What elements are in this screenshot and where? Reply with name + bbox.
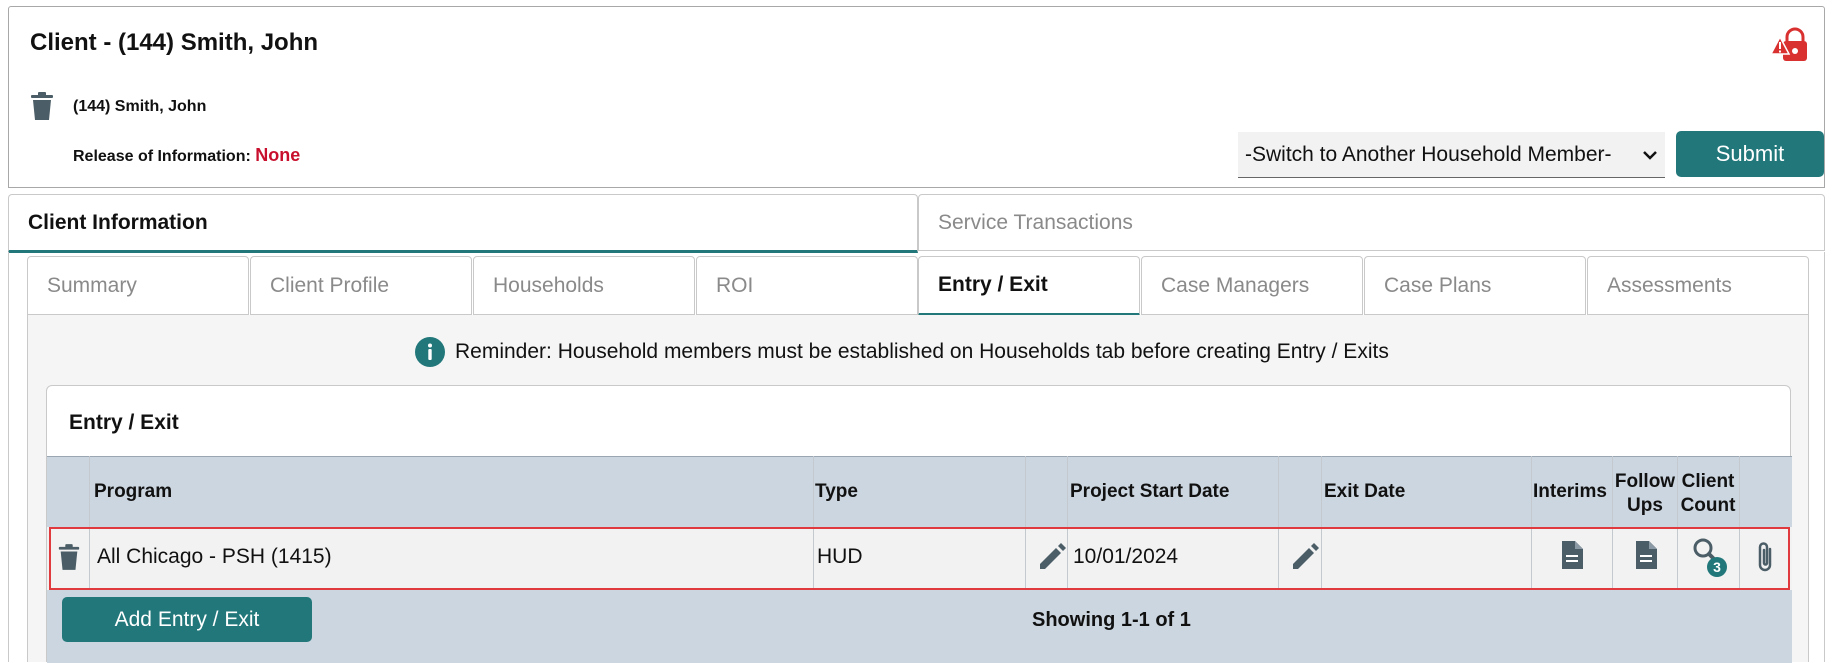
tab-households[interactable]: Households	[473, 256, 695, 315]
reminder-text: Reminder: Household members must be esta…	[455, 340, 1389, 363]
add-entry-exit-button[interactable]: Add Entry / Exit	[62, 597, 312, 642]
column-header-follow-ups-line2: Ups	[1627, 495, 1663, 516]
client-name: (144) Smith, John	[73, 98, 207, 115]
tab-roi-label: ROI	[716, 273, 754, 297]
household-member-select[interactable]: -Switch to Another Household Member-	[1238, 132, 1665, 178]
tab-case-plans-label: Case Plans	[1384, 273, 1492, 297]
info-icon	[415, 337, 445, 367]
roi-label: Release of Information:	[73, 148, 251, 165]
column-header-interims: Interims	[1533, 481, 1607, 502]
tab-client-information-label: Client Information	[28, 210, 208, 234]
tab-client-information[interactable]: Client Information	[8, 194, 918, 253]
roi-line: Release of Information: None	[73, 145, 300, 166]
page-title: Client - (144) Smith, John	[30, 29, 319, 56]
entry-exit-tab-panel: Reminder: Household members must be esta…	[27, 315, 1809, 663]
tab-service-transactions-label: Service Transactions	[938, 210, 1133, 234]
tab-entry-exit[interactable]: Entry / Exit	[918, 256, 1140, 316]
column-header-exit-date[interactable]: Exit Date	[1324, 481, 1405, 503]
tab-case-managers[interactable]: Case Managers	[1141, 256, 1363, 315]
row-highlight-outline	[49, 527, 1790, 590]
lock-alert-icon[interactable]	[1770, 27, 1810, 63]
client-info-panel: (144) Smith, John Release of Information…	[8, 78, 1825, 188]
trash-icon[interactable]	[29, 91, 55, 121]
tab-client-profile-label: Client Profile	[270, 273, 390, 297]
tab-roi[interactable]: ROI	[696, 256, 918, 315]
column-header-client-count: Client Count	[1677, 470, 1739, 518]
column-header-start-date[interactable]: Project Start Date	[1070, 481, 1229, 503]
tab-summary[interactable]: Summary	[27, 256, 249, 315]
tab-case-plans[interactable]: Case Plans	[1364, 256, 1586, 315]
tab-client-profile[interactable]: Client Profile	[250, 256, 472, 315]
column-header-follow-ups: Follow Ups	[1613, 470, 1677, 518]
section-title: Entry / Exit	[69, 411, 179, 434]
tab-service-transactions[interactable]: Service Transactions	[918, 194, 1825, 251]
submit-button[interactable]: Submit	[1676, 131, 1824, 177]
tab-assessments-label: Assessments	[1607, 273, 1732, 297]
column-header-client-count-line2: Count	[1680, 495, 1736, 516]
column-header-type[interactable]: Type	[815, 481, 858, 503]
column-header-client-count-line1: Client	[1681, 471, 1735, 492]
chevron-down-icon	[1641, 146, 1659, 164]
tab-case-managers-label: Case Managers	[1161, 273, 1310, 297]
tab-summary-label: Summary	[47, 273, 137, 297]
column-header-program[interactable]: Program	[94, 481, 172, 503]
tab-households-label: Households	[493, 273, 604, 297]
pagination-text: Showing 1-1 of 1	[1032, 609, 1191, 631]
client-header-bar: Client - (144) Smith, John	[8, 6, 1825, 79]
reminder-message: Reminder: Household members must be esta…	[415, 337, 1389, 367]
roi-value: None	[255, 145, 301, 165]
tab-assessments[interactable]: Assessments	[1587, 256, 1809, 315]
entry-exit-section: Entry / Exit Program Type Project Start …	[46, 385, 1792, 663]
tab-entry-exit-label: Entry / Exit	[938, 273, 1048, 296]
table-footer: Add Entry / Exit Showing 1-1 of 1	[47, 590, 1792, 663]
household-member-select-value: -Switch to Another Household Member-	[1245, 142, 1612, 166]
column-header-follow-ups-line1: Follow	[1614, 471, 1676, 492]
